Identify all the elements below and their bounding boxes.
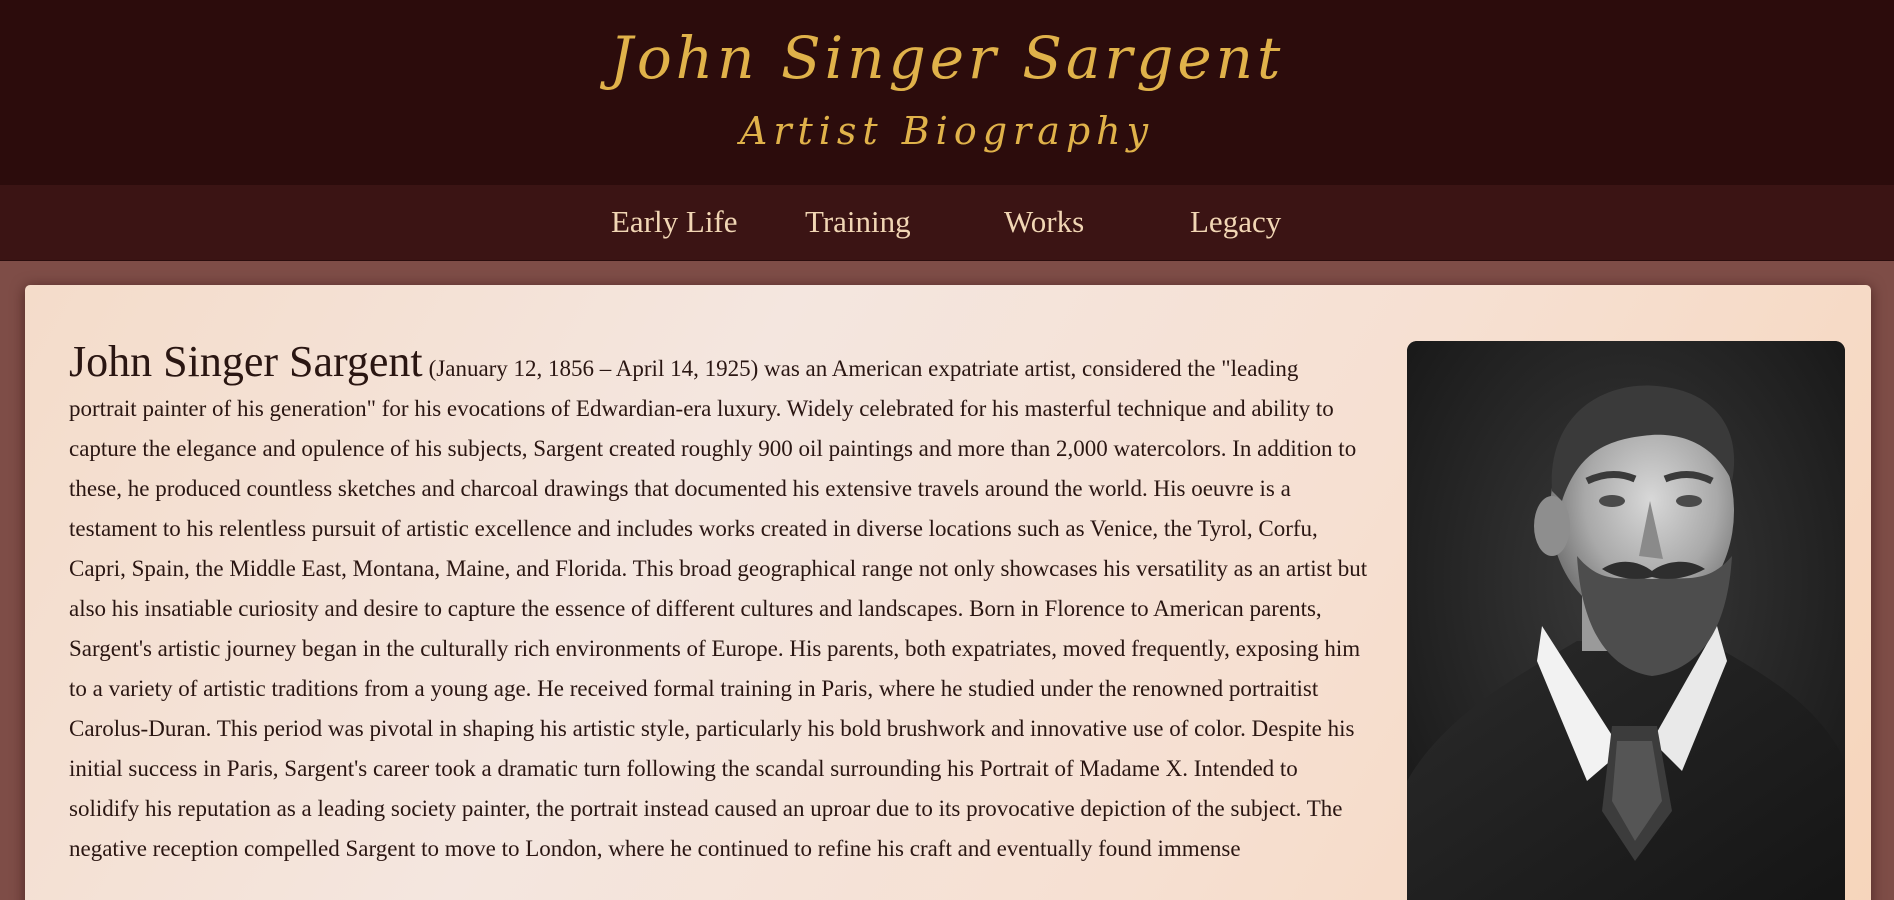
artist-portrait: [1407, 341, 1845, 900]
nav-link-early-life[interactable]: Early Life: [611, 203, 738, 241]
biography-name: John Singer Sargent: [69, 337, 423, 386]
site-subtitle: Artist Biography: [739, 109, 1155, 153]
nav-link-works[interactable]: Works: [1004, 203, 1084, 241]
site-title: John Singer Sargent: [609, 24, 1285, 92]
nav-link-legacy[interactable]: Legacy: [1190, 203, 1281, 241]
biography-paragraph: John Singer Sargent (January 12, 1856 – A…: [69, 340, 1369, 869]
biography-card: John Singer Sargent (January 12, 1856 – A…: [25, 285, 1871, 900]
main-nav: Early Life Training Works Legacy: [0, 185, 1894, 261]
nav-link-training[interactable]: Training: [805, 203, 911, 241]
biography-body: (January 12, 1856 – April 14, 1925) was …: [69, 356, 1368, 861]
portrait-photo: [1407, 341, 1845, 900]
site-header: John Singer Sargent Artist Biography: [0, 0, 1894, 185]
